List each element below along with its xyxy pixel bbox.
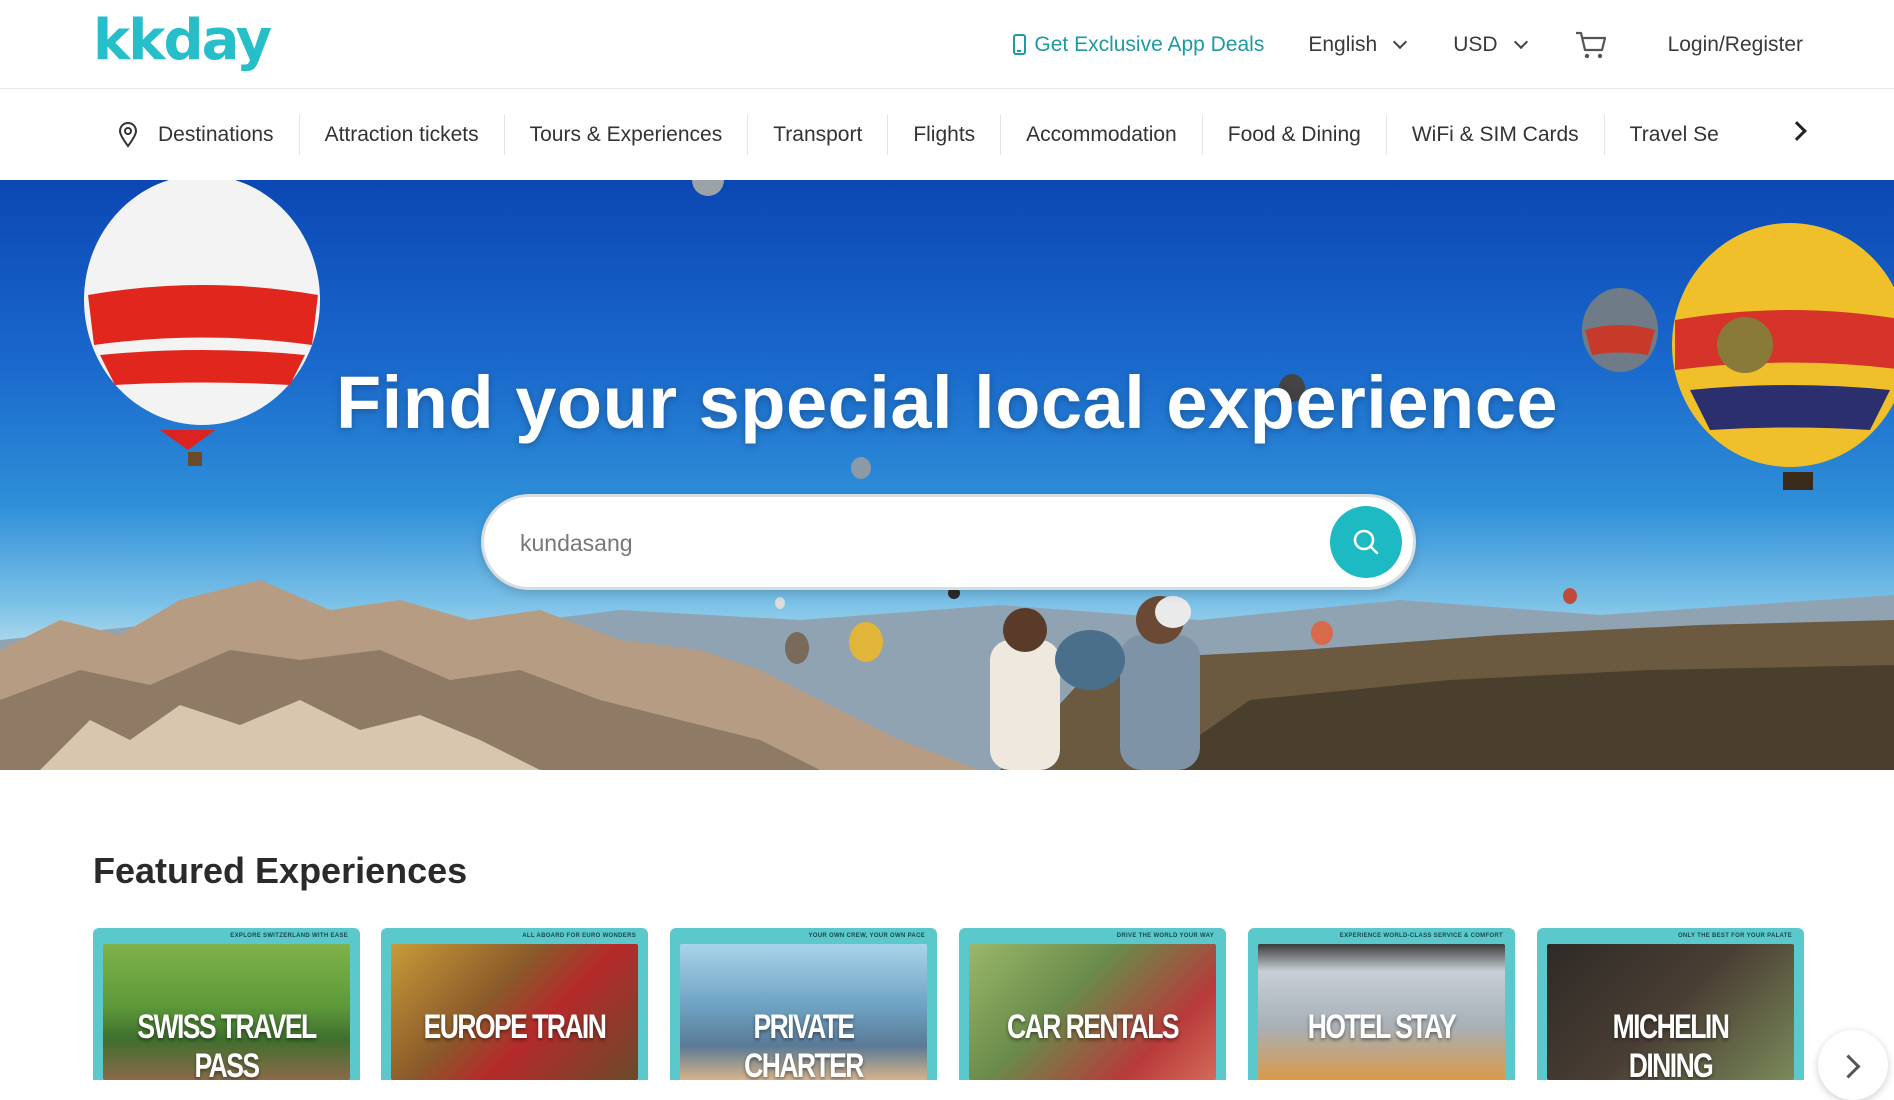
- hero-title: Find your special local experience: [335, 361, 1559, 444]
- header-actions: Get Exclusive App Deals English USD Logi…: [1013, 0, 1803, 89]
- category-label: Accommodation: [1026, 122, 1177, 146]
- currency-label: USD: [1453, 32, 1498, 56]
- category-accommodation[interactable]: Accommodation: [1001, 114, 1203, 155]
- feature-card-hotel-stay[interactable]: EXPERIENCE WORLD-CLASS SERVICE & COMFORT…: [1248, 928, 1515, 1080]
- category-transport[interactable]: Transport: [748, 114, 889, 155]
- cart-icon[interactable]: [1574, 29, 1608, 61]
- card-title: CAR RENTALS: [1007, 1008, 1179, 1046]
- category-label: WiFi & SIM Cards: [1411, 122, 1579, 146]
- card-title: EUROPE TRAIN: [423, 1008, 607, 1046]
- search-input[interactable]: [520, 525, 1280, 561]
- category-label: Transport: [773, 122, 863, 146]
- card-tag: DRIVE THE WORLD YOUR WAY: [1116, 933, 1214, 939]
- category-label: Food & Dining: [1227, 122, 1361, 146]
- search-bar: [481, 494, 1416, 590]
- category-label: Flights: [913, 122, 976, 146]
- category-label: Travel Se: [1629, 122, 1719, 146]
- chevron-down-icon: [1513, 34, 1528, 49]
- category-travel-services[interactable]: Travel Se: [1605, 115, 1744, 155]
- card-tag: ALL ABOARD FOR EURO WONDERS: [522, 933, 636, 939]
- language-label: English: [1308, 32, 1378, 56]
- category-flights[interactable]: Flights: [888, 114, 1002, 155]
- search-button[interactable]: [1330, 506, 1402, 578]
- feature-card-michelin-dining[interactable]: ONLY THE BEST FOR YOUR PALATE MICHELIN D…: [1537, 928, 1804, 1080]
- category-attraction-tickets[interactable]: Attraction tickets: [300, 114, 505, 155]
- app-deals-link[interactable]: Get Exclusive App Deals: [1013, 33, 1264, 57]
- category-nav: Destinations Attraction tickets Tours & …: [0, 89, 1894, 180]
- category-label: Attraction tickets: [324, 122, 479, 146]
- currency-selector[interactable]: USD: [1453, 32, 1528, 57]
- login-register-link[interactable]: Login/Register: [1668, 33, 1803, 57]
- card-tag: EXPLORE SWITZERLAND WITH EASE: [230, 933, 348, 939]
- kkday-logo[interactable]: kkday: [93, 8, 272, 73]
- category-label: Destinations: [158, 122, 274, 146]
- category-destinations[interactable]: Destinations: [113, 114, 300, 155]
- category-label: Tours & Experiences: [529, 122, 723, 146]
- feature-card-swiss-travel-pass[interactable]: EXPLORE SWITZERLAND WITH EASE SWISS TRAV…: [93, 928, 360, 1080]
- card-tag: YOUR OWN CREW, YOUR OWN PACE: [808, 933, 925, 939]
- location-pin-icon: [118, 121, 138, 148]
- card-tag: ONLY THE BEST FOR YOUR PALATE: [1677, 933, 1792, 939]
- feature-card-car-rentals[interactable]: DRIVE THE WORLD YOUR WAY CAR RENTALS: [959, 928, 1226, 1080]
- card-title: HOTEL STAY: [1307, 1008, 1457, 1046]
- hero-banner: Find your special local experience: [0, 180, 1894, 770]
- card-title: PRIVATE CHARTER: [744, 1008, 864, 1080]
- category-wifi-sim[interactable]: WiFi & SIM Cards: [1387, 114, 1605, 155]
- category-food-dining[interactable]: Food & Dining: [1203, 114, 1387, 155]
- carousel-next-button[interactable]: [1818, 1030, 1888, 1100]
- feature-card-europe-train[interactable]: ALL ABOARD FOR EURO WONDERS EUROPE TRAIN: [381, 928, 648, 1080]
- hero-background-image: [0, 180, 1894, 770]
- chevron-down-icon: [1393, 34, 1408, 49]
- app-deals-label: Get Exclusive App Deals: [1034, 32, 1265, 56]
- card-tag: EXPERIENCE WORLD-CLASS SERVICE & COMFORT: [1339, 933, 1503, 939]
- category-tours-experiences[interactable]: Tours & Experiences: [505, 114, 749, 155]
- card-title: SWISS TRAVEL PASS: [137, 1008, 317, 1080]
- search-icon: [1353, 529, 1379, 555]
- nav-fade: [1740, 89, 1830, 180]
- featured-cards: EXPLORE SWITZERLAND WITH EASE SWISS TRAV…: [93, 928, 1804, 1080]
- featured-experiences-heading: Featured Experiences: [93, 850, 468, 891]
- top-header: kkday Get Exclusive App Deals English US…: [0, 0, 1894, 89]
- phone-icon: [1013, 34, 1027, 55]
- language-selector[interactable]: English: [1308, 32, 1408, 57]
- feature-card-private-charter[interactable]: YOUR OWN CREW, YOUR OWN PACE PRIVATE CHA…: [670, 928, 937, 1080]
- card-title: MICHELIN DINING: [1612, 1008, 1730, 1080]
- category-list: Destinations Attraction tickets Tours & …: [113, 89, 1819, 180]
